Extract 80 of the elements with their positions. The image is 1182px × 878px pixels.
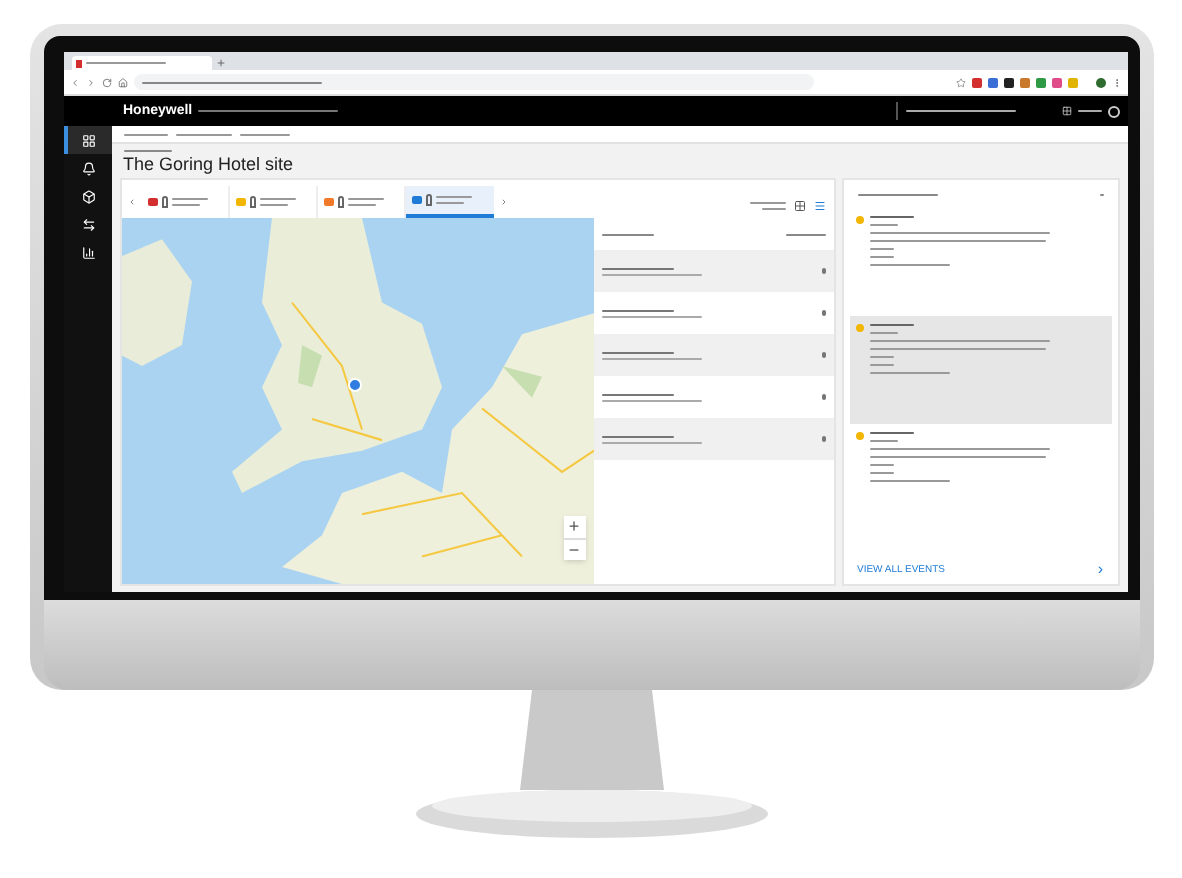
blurred-text-line	[601, 309, 673, 311]
blurred-text-line	[123, 150, 171, 152]
blurred-text-line	[869, 464, 893, 466]
event-card[interactable]	[849, 316, 1111, 424]
blurred-text-line	[435, 196, 471, 198]
blurred-text-line	[85, 62, 165, 64]
blurred-text-line	[785, 233, 825, 235]
zoom-in-button[interactable]: +	[563, 516, 585, 538]
building-row[interactable]	[593, 334, 833, 376]
blurred-text-line	[171, 198, 207, 200]
blurred-text-line	[821, 436, 825, 442]
blurred-text-line	[821, 310, 825, 316]
sidebar-item[interactable]	[63, 126, 111, 154]
forward-icon[interactable]	[85, 77, 95, 87]
blurred-text-line	[347, 204, 375, 206]
blurred-text-line	[821, 268, 825, 274]
blurred-text-line	[869, 356, 893, 358]
blurred-text-line	[601, 357, 701, 359]
blurred-text-line	[601, 393, 673, 395]
building-row[interactable]	[593, 250, 833, 292]
blurred-text-line	[601, 435, 673, 437]
star-icon[interactable]	[955, 77, 965, 87]
site-selector[interactable]	[895, 102, 1015, 120]
building-row[interactable]	[593, 418, 833, 460]
list-view-icon[interactable]	[813, 200, 825, 212]
zoom-out-button[interactable]: −	[563, 538, 585, 560]
chevron-icon[interactable]: ›	[1097, 562, 1103, 578]
apps-icon[interactable]	[1061, 106, 1071, 116]
blurred-text-line	[869, 472, 893, 474]
blurred-text-line	[601, 315, 701, 317]
blurred-text-line	[821, 352, 825, 358]
new-tab-icon[interactable]	[215, 58, 225, 68]
blurred-text-line	[821, 394, 825, 400]
blurred-text-line	[869, 224, 897, 226]
user-icon[interactable]	[1107, 105, 1119, 117]
box-icon	[82, 189, 96, 203]
blurred-text-line	[869, 364, 893, 366]
browser-tab[interactable]	[71, 56, 211, 70]
bell-icon	[82, 161, 96, 175]
blurred-text-line	[1077, 110, 1101, 112]
blurred-text-line	[869, 324, 913, 326]
back-icon[interactable]	[69, 77, 79, 87]
blurred-text-line	[869, 480, 949, 482]
profile-avatar[interactable]	[1095, 77, 1105, 87]
blurred-text-line	[435, 202, 463, 204]
blurred-text-line	[601, 233, 653, 235]
blurred-text-line	[749, 202, 785, 204]
arrows-icon	[82, 217, 96, 231]
blurred-text-line	[601, 273, 701, 275]
blurred-text-line	[869, 216, 913, 218]
bar-chart-icon	[82, 245, 96, 259]
blurred-text-line	[869, 248, 893, 250]
blurred-text-line	[171, 204, 199, 206]
blurred-text-line	[761, 208, 785, 210]
blurred-text-line	[259, 204, 287, 206]
blurred-text-line	[601, 267, 673, 269]
blurred-text-line	[198, 110, 339, 112]
blurred-text-line	[601, 351, 673, 353]
blurred-text-line	[601, 399, 701, 401]
filter-tab[interactable]	[405, 186, 493, 218]
page-title: The Goring Hotel site	[123, 156, 296, 174]
blurred-text-line	[869, 432, 913, 434]
blurred-text-line	[869, 440, 897, 442]
dashboard-grid-icon	[82, 133, 96, 147]
blurred-text-line	[869, 256, 893, 258]
blurred-text-line	[175, 133, 231, 135]
blurred-text-line	[259, 198, 295, 200]
home-icon[interactable]	[117, 77, 127, 87]
blurred-text-line	[857, 193, 937, 195]
reload-icon[interactable]	[101, 77, 111, 87]
blurred-text-line	[347, 198, 383, 200]
blurred-text-line	[869, 264, 949, 266]
grid-view-icon[interactable]	[793, 200, 805, 212]
blurred-text-line	[239, 133, 289, 135]
blurred-text-line	[905, 110, 1015, 112]
blurred-text-line	[869, 332, 897, 334]
blurred-text-line	[601, 441, 701, 443]
url-field[interactable]	[133, 74, 813, 90]
blurred-text-line	[869, 372, 949, 374]
blurred-text-line	[123, 133, 167, 135]
